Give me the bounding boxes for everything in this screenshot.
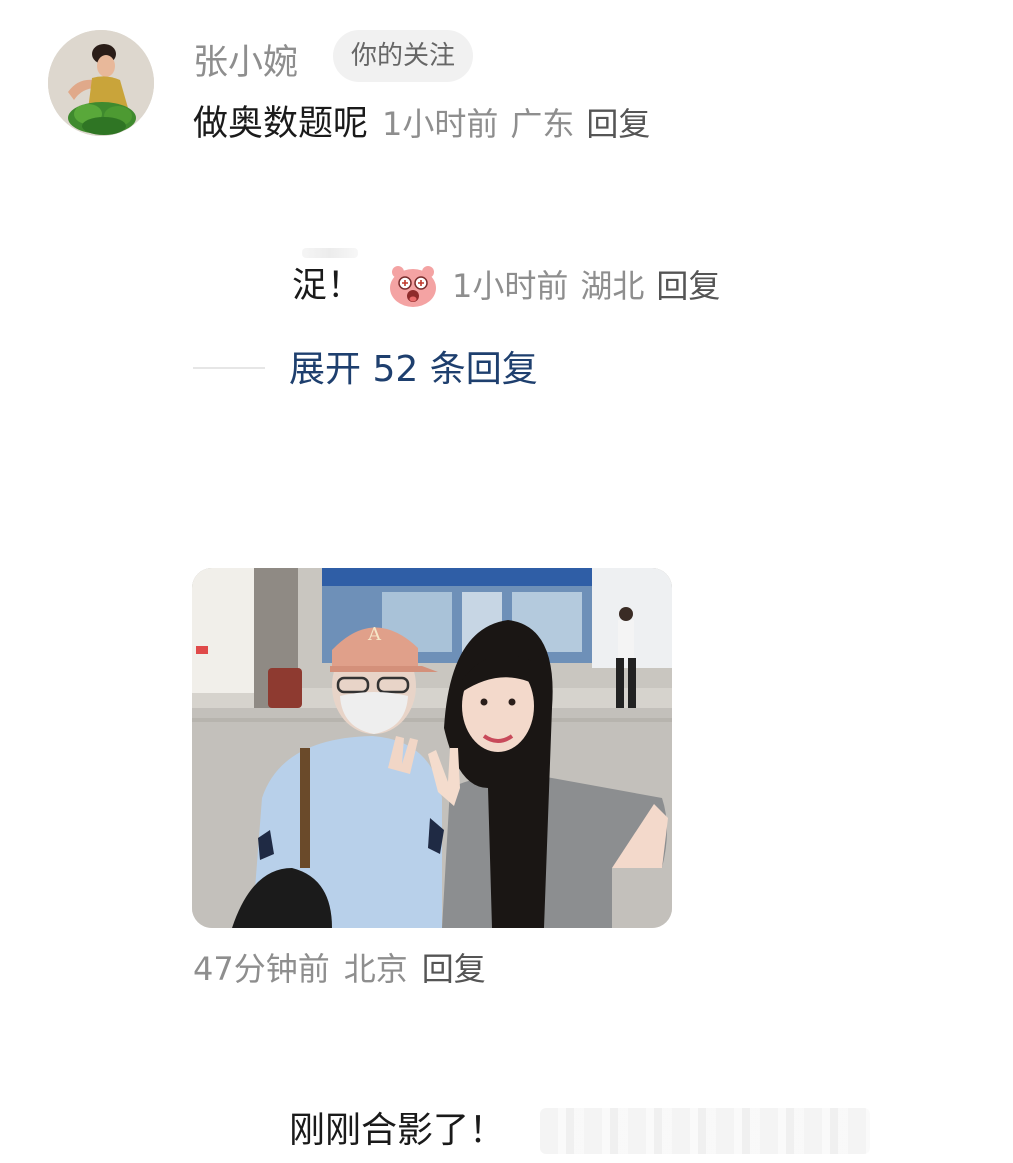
blurred-content	[540, 1108, 870, 1154]
comment-location: 广东	[510, 105, 575, 143]
username[interactable]: 张小婉	[193, 34, 298, 85]
subreply-location: 湖北	[580, 267, 645, 305]
avatar[interactable]	[48, 30, 154, 136]
expand-divider	[193, 367, 265, 369]
comment-photo[interactable]: A	[192, 568, 672, 928]
photo-comment-location: 北京	[343, 950, 408, 988]
subreply-meta: 1小时前 湖北 回复	[442, 262, 720, 310]
subreply-time: 1小时前	[452, 267, 569, 305]
comment-row: 做奥数题呢 1小时前 广东 回复	[193, 100, 650, 148]
surprised-face-emoji-icon	[388, 263, 438, 309]
comment-meta: 1小时前 广东 回复	[368, 105, 650, 143]
expand-replies-button[interactable]: 展开 52 条回复	[289, 346, 538, 394]
subreply-row: 浞！ 1小时前 湖北 回复	[292, 262, 720, 310]
selfie-photo-image: A	[192, 568, 672, 928]
photo-comment-time: 47分钟前	[193, 950, 330, 988]
subreply-text: 浞！	[292, 266, 363, 306]
comment-text: 做奥数题呢	[193, 104, 369, 144]
reply-button[interactable]: 回复	[586, 105, 650, 143]
bottom-comment-text: 刚刚合影了！	[289, 1110, 506, 1151]
photo-reply-button[interactable]: 回复	[422, 950, 486, 988]
follow-badge: 你的关注	[333, 30, 474, 82]
comment-time: 1小时前	[382, 105, 499, 143]
avatar-image	[48, 30, 154, 136]
blurred-username	[302, 248, 358, 258]
subreply-reply-button[interactable]: 回复	[656, 267, 720, 305]
svg-text:A: A	[367, 624, 382, 645]
photo-comment-meta: 47分钟前 北京 回复	[193, 946, 500, 992]
